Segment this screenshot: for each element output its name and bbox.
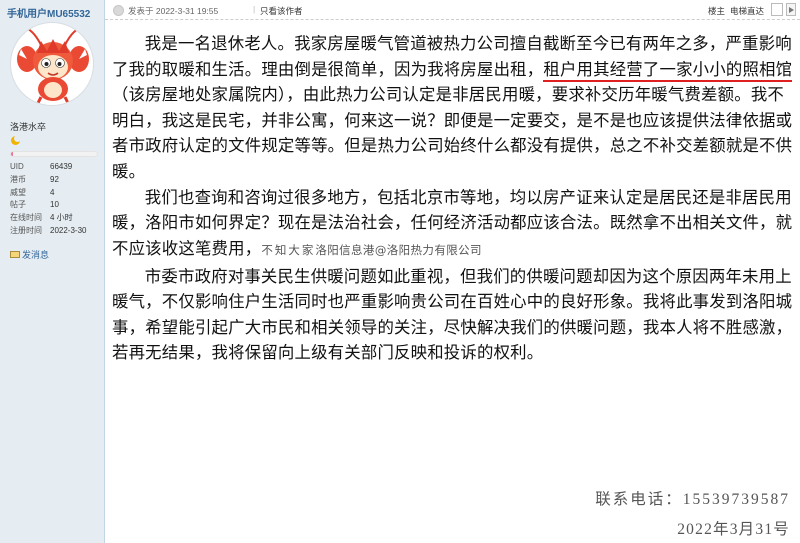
- post-header: 发表于 2022-3-31 19:55 | 只看该作者 楼主 电梯直达: [105, 0, 800, 20]
- floor-label: 楼主: [708, 6, 726, 16]
- stat-uid: UID 66439: [10, 161, 86, 174]
- level-progress-fill: [11, 152, 13, 156]
- stat-label: 港币: [10, 174, 26, 184]
- lobster-avatar-icon: [17, 26, 89, 105]
- divider: |: [253, 4, 256, 14]
- stat-label: UID: [10, 162, 24, 171]
- stat-label: 注册时间: [10, 225, 42, 235]
- stat-posts: 帖子 10: [10, 199, 86, 212]
- username-link[interactable]: 手机用户MU65532: [7, 5, 90, 20]
- stat-register-date: 注册时间 2022-3-30: [10, 225, 86, 238]
- avatar[interactable]: [10, 22, 94, 106]
- offline-status-icon: [113, 5, 124, 16]
- underlined-highlight: 租户用其经营了一家小小的照相馆: [543, 59, 793, 82]
- stat-online-time: 在线时间 4 小时: [10, 212, 86, 225]
- stat-value: 4 小时: [50, 213, 73, 223]
- stat-prestige: 威望 4: [10, 187, 86, 200]
- post-content: 我是一名退休老人。我家房屋暖气管道被热力公司擅自截断至今已有两年之多，严重影响了…: [112, 31, 796, 366]
- stat-value[interactable]: 66439: [50, 161, 72, 174]
- mention-text: 洛阳信息港@洛阳热力有限公司: [315, 242, 482, 257]
- user-stats: UID 66439 港币 92 威望 4 帖子 10 在线时间 4 小时 注册时…: [10, 161, 86, 238]
- paragraph-1: 我是一名退休老人。我家房屋暖气管道被热力公司擅自截断至今已有两年之多，严重影响了…: [112, 31, 796, 184]
- jump-floor-input[interactable]: [771, 3, 783, 16]
- stat-label: 在线时间: [10, 213, 42, 223]
- user-group-label[interactable]: 洛港水卒: [10, 120, 46, 133]
- jump-floor-label: 电梯直达: [730, 6, 765, 16]
- stat-coins: 港币 92: [10, 174, 86, 187]
- level-progress-bar: [10, 151, 98, 157]
- stat-value: 4: [50, 187, 55, 197]
- jump-go-icon[interactable]: [786, 3, 796, 16]
- paragraph-3: 市委市政府对事关民生供暖问题如此重视，但我们的供暖问题却因为这个原因两年未用上暖…: [112, 266, 793, 363]
- send-message-label: 发消息: [22, 250, 50, 260]
- send-message-link[interactable]: 发消息: [10, 248, 49, 261]
- signature-date: 2022年3月31号: [677, 521, 790, 538]
- paragraph-2: 我们也查询和咨询过很多地方，包括北京市等地，均以房产证来认定是居民还是非居民用暖…: [112, 185, 796, 264]
- post-timestamp: 发表于 2022-3-31 19:55: [128, 6, 219, 16]
- stat-value: 2022-3-30: [50, 225, 87, 235]
- paragraph-text: （该房屋地处家属院内），由此热力公司认定是非居民用暖，要求补交历年暖气费差额。我…: [112, 85, 793, 181]
- moon-level-icon: [11, 135, 21, 145]
- stat-label: 威望: [10, 187, 26, 197]
- user-sidebar: 手机用户MU65532 洛港水卒 UID 66439 港币 92 威望 4 帖子…: [0, 0, 105, 543]
- stat-label: 帖子: [10, 200, 26, 210]
- envelope-icon: [10, 251, 20, 258]
- stat-value[interactable]: 10: [50, 199, 59, 212]
- contact-phone: 联系电话：15539739587: [595, 491, 790, 508]
- only-author-link[interactable]: 只看该作者: [260, 5, 303, 17]
- overlapped-text: 不知大家: [261, 242, 316, 257]
- stat-value: 92: [50, 174, 59, 184]
